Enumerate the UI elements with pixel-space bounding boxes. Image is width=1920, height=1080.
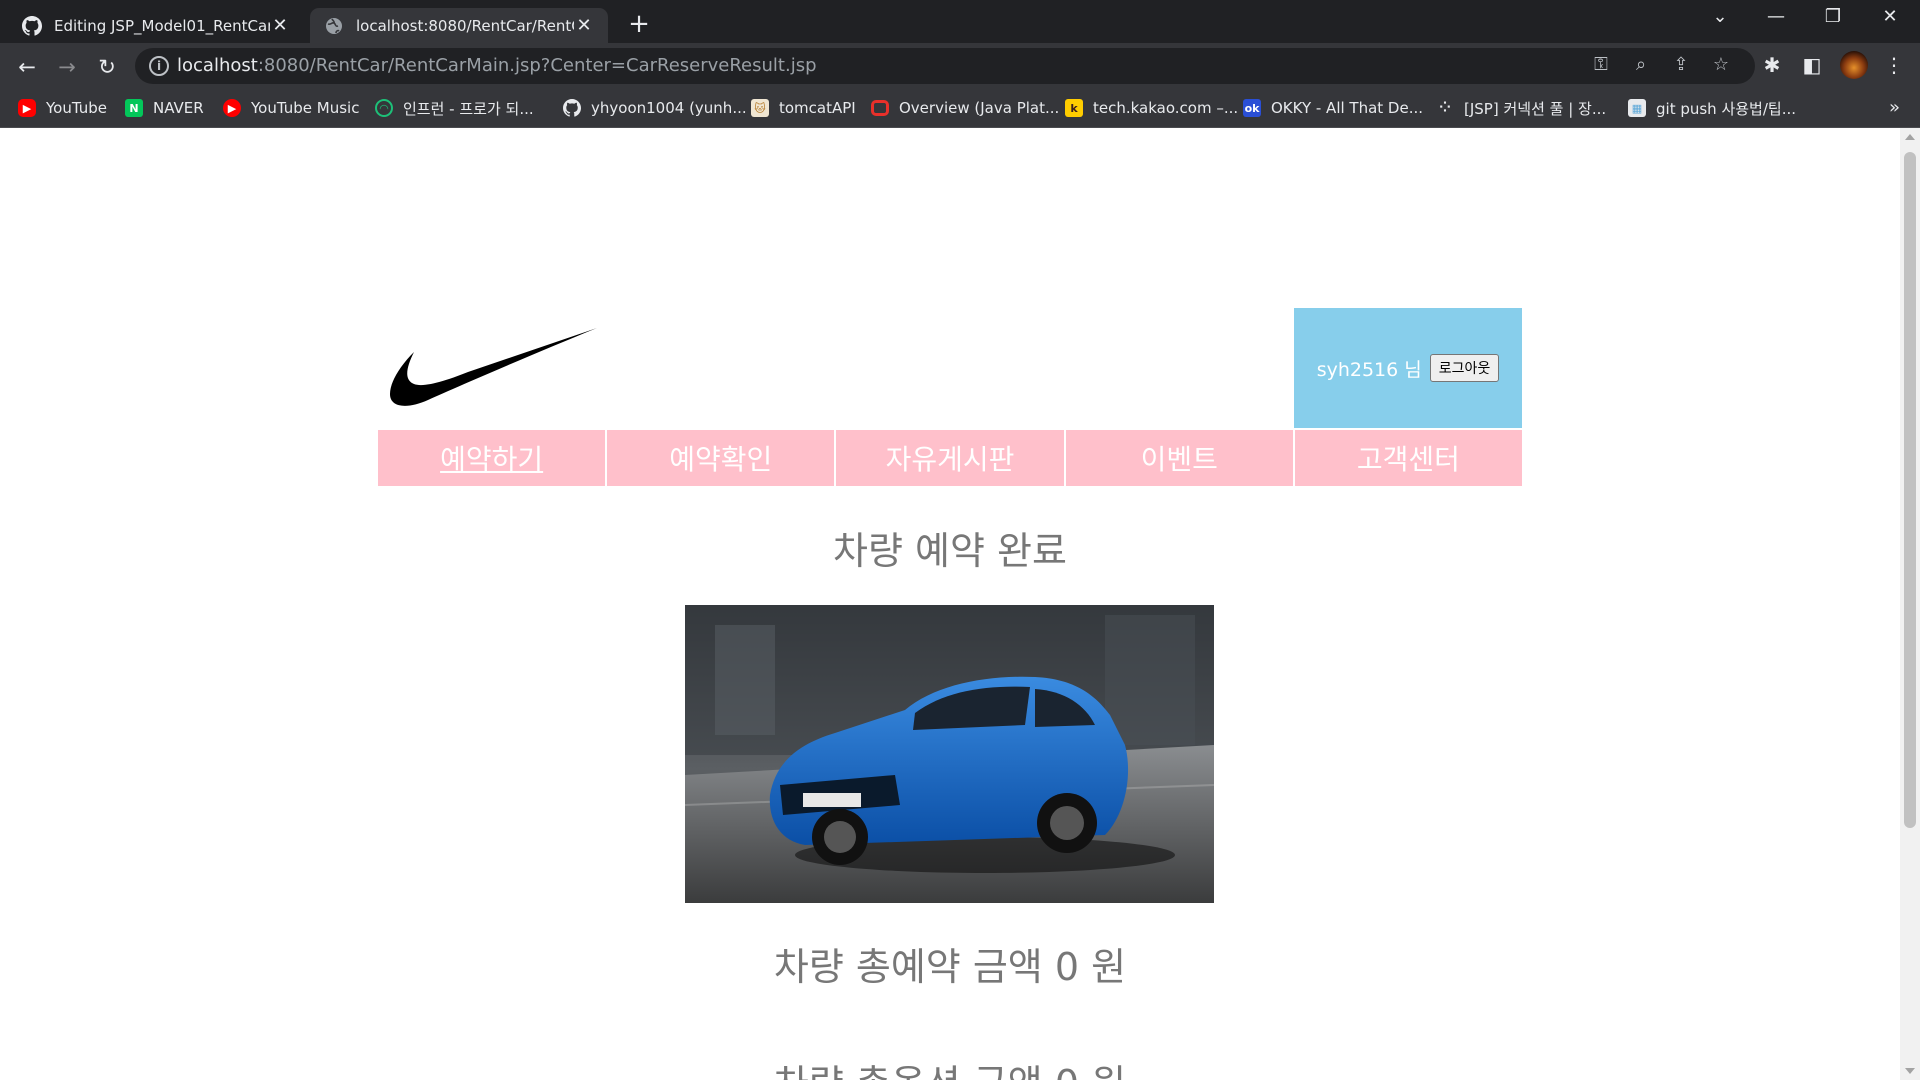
bookmark-kakao-tech[interactable]: k tech.kakao.com –... (1065, 97, 1238, 119)
tab-title: localhost:8080/RentCar/RentCarMain.jsp (356, 16, 574, 35)
key-icon[interactable]: ⚿ (1588, 54, 1614, 75)
back-icon[interactable]: ← (13, 53, 41, 81)
new-tab-button[interactable]: + (624, 9, 654, 39)
menu-item-reserve[interactable]: 예약하기 (378, 430, 606, 486)
nike-swoosh-logo[interactable] (388, 322, 598, 412)
bookmark-youtube-music[interactable]: ▶ YouTube Music (223, 97, 359, 119)
scroll-up-icon[interactable] (1905, 134, 1915, 140)
youtube-icon: ▶ (18, 99, 36, 117)
tab-search-icon[interactable]: ⌄ (1700, 6, 1740, 27)
okky-icon: ok (1243, 99, 1261, 117)
browser-toolbar: ← → ↻ i localhost:8080/RentCar/RentCarMa… (0, 43, 1920, 89)
velog-icon: ⁘ (1439, 100, 1451, 116)
close-tab-icon[interactable]: ✕ (270, 15, 290, 36)
more-menu-icon[interactable]: ⋮ (1880, 53, 1908, 77)
bookmark-naver[interactable]: N NAVER (125, 97, 204, 119)
site-info-icon[interactable]: i (149, 56, 169, 76)
blue-porsche-macan-image (685, 605, 1214, 903)
tab-strip: Editing JSP_Model01_RentCar/RentCar ✕ lo… (0, 0, 1920, 43)
close-window-icon[interactable]: ✕ (1870, 6, 1910, 27)
scrollbar-thumb[interactable] (1904, 152, 1916, 828)
close-tab-icon[interactable]: ✕ (574, 15, 594, 36)
address-bar[interactable]: i localhost:8080/RentCar/RentCarMain.jsp… (135, 48, 1755, 84)
forward-icon[interactable]: → (53, 53, 81, 81)
zoom-icon[interactable]: ⌕ (1628, 54, 1654, 75)
share-icon[interactable]: ⇪ (1668, 54, 1694, 75)
youtube-music-icon: ▶ (223, 99, 241, 117)
bookmarks-overflow-icon[interactable]: » (1889, 97, 1900, 118)
page-scrollbar[interactable] (1900, 128, 1920, 1080)
tab-title: Editing JSP_Model01_RentCar/RentCar (54, 16, 270, 35)
main-menu: 예약하기 예약확인 자유게시판 이벤트 고객센터 (378, 430, 1523, 486)
page-title: 차량 예약 완료 (833, 529, 1067, 573)
bookmark-inflearn[interactable]: ◠ 인프런 - 프로가 되... (375, 97, 534, 119)
total-option-amount: 차량 총옵션 금액 0 원 (0, 1053, 1900, 1080)
bookmark-tomcat[interactable]: 🐱 tomcatAPI (751, 97, 856, 119)
side-panel-icon[interactable]: ◧ (1798, 53, 1826, 77)
bookmark-star-icon[interactable]: ☆ (1708, 54, 1734, 75)
extensions-icon[interactable]: ✱ (1758, 53, 1786, 77)
naver-icon: N (125, 99, 143, 117)
menu-item-event[interactable]: 이벤트 (1065, 430, 1293, 486)
globe-icon (326, 17, 342, 34)
user-info-box: syh2516 님 로그아웃 (1294, 308, 1522, 428)
scroll-down-icon[interactable] (1905, 1068, 1915, 1074)
bookmark-java-overview[interactable]: Overview (Java Plat... (871, 97, 1059, 119)
github-icon (563, 99, 581, 117)
tab-localhost[interactable]: localhost:8080/RentCar/RentCarMain.jsp ✕ (310, 8, 608, 43)
menu-item-customer-center[interactable]: 고객센터 (1294, 430, 1523, 486)
total-reservation-amount: 차량 총예약 금액 0 원 (773, 945, 1127, 989)
restore-icon[interactable]: ❐ (1813, 6, 1853, 27)
bookmark-okky[interactable]: ok OKKY - All That De... (1243, 97, 1423, 119)
page-viewport: syh2516 님 로그아웃 예약하기 예약확인 자유게시판 이벤트 고객센터 … (0, 128, 1900, 1080)
tab-github-editing[interactable]: Editing JSP_Model01_RentCar/RentCar ✕ (8, 8, 304, 43)
menu-item-reservation-check[interactable]: 예약확인 (607, 430, 835, 486)
github-icon (22, 15, 42, 36)
logout-button[interactable]: 로그아웃 (1429, 354, 1500, 382)
blog-icon: ▦ (1628, 99, 1646, 117)
bookmark-github[interactable]: yhyoon1004 (yunh... (563, 97, 747, 119)
profile-avatar[interactable] (1840, 51, 1868, 79)
username-label: syh2516 님 (1316, 358, 1422, 381)
bookmark-git-push[interactable]: ▦ git push 사용법/팁... (1628, 97, 1796, 119)
tomcat-icon: 🐱 (751, 99, 769, 117)
bookmark-jsp-connection-pool[interactable]: ⁘ [JSP] 커넥션 풀 | 장... (1436, 97, 1606, 119)
minimize-icon[interactable]: — (1756, 6, 1796, 27)
oracle-icon (871, 100, 889, 116)
menu-item-free-board[interactable]: 자유게시판 (836, 430, 1064, 486)
url-text[interactable]: localhost:8080/RentCar/RentCarMain.jsp?C… (177, 55, 817, 76)
reload-icon[interactable]: ↻ (93, 53, 121, 81)
bookmark-youtube[interactable]: ▶ YouTube (18, 97, 107, 119)
bookmarks-bar: ▶ YouTube N NAVER ▶ YouTube Music ◠ 인프런 - 프로… (0, 89, 1920, 128)
kakao-icon: k (1065, 99, 1083, 117)
inflearn-icon: ◠ (375, 99, 393, 117)
